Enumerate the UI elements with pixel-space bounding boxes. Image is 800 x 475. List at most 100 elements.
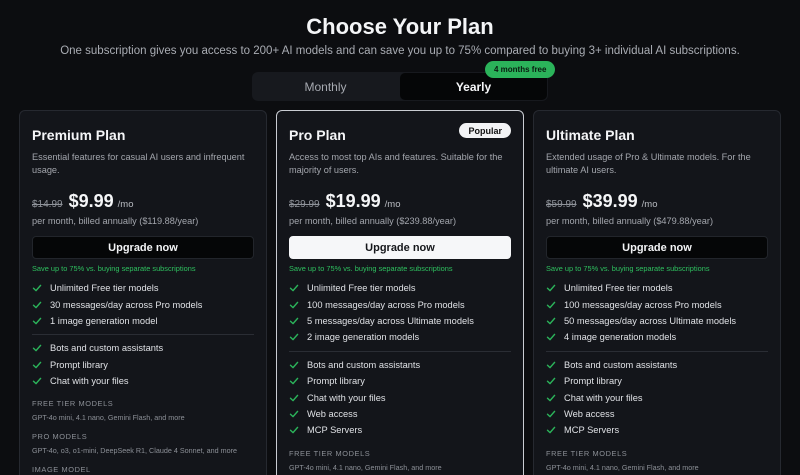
- current-price: $19.99: [325, 191, 381, 211]
- feature-item: Chat with your files: [289, 389, 511, 405]
- model-section-label: IMAGE MODEL: [32, 465, 91, 475]
- feature-label: 5 messages/day across Ultimate models: [307, 315, 474, 326]
- feature-item: 4 image generation models: [546, 329, 768, 345]
- feature-label: Bots and custom assistants: [50, 343, 164, 354]
- billing-note: per month, billed annually ($239.88/year…: [289, 216, 457, 226]
- old-price: $14.99: [32, 199, 63, 210]
- check-icon: [546, 334, 556, 341]
- feature-label: MCP Servers: [564, 425, 620, 436]
- page-subtitle: One subscription gives you access to 200…: [60, 45, 740, 57]
- current-price: $39.99: [582, 191, 638, 211]
- feature-label: 100 messages/day across Pro models: [307, 299, 465, 310]
- save-note: Save up to 75% vs. buying separate subsc…: [32, 264, 196, 273]
- model-section-models: GPT-4o mini, 4.1 nano, Gemini Flash, and…: [289, 462, 442, 472]
- check-icon: [546, 410, 556, 418]
- upgrade-button[interactable]: Upgrade now: [289, 236, 511, 259]
- feature-divider: [32, 334, 254, 336]
- feature-divider: [289, 350, 511, 352]
- toggle-monthly[interactable]: Monthly: [252, 72, 399, 101]
- billing-note: per month, billed annually ($119.88/year…: [32, 216, 199, 226]
- old-price: $29.99: [289, 199, 320, 210]
- check-icon: [289, 427, 299, 434]
- upgrade-button[interactable]: Upgrade now: [32, 236, 254, 259]
- feature-list: Unlimited Free tier models 30 messages/da…: [32, 280, 254, 329]
- model-section-label: FREE TIER MODELS: [32, 399, 114, 409]
- feature-divider: [546, 350, 768, 352]
- upgrade-button[interactable]: Upgrade now: [546, 236, 768, 259]
- old-price: $59.99: [546, 199, 577, 210]
- check-icon: [289, 361, 299, 369]
- feature-list: Unlimited Free tier models 100 messages/d…: [546, 280, 768, 346]
- feature-label: Unlimited Free tier models: [564, 283, 673, 294]
- plan-card-ultimate: Ultimate Plan Extended usage of Pro & Ul…: [533, 110, 781, 475]
- months-free-badge: 4 months free: [485, 61, 556, 78]
- feature-label: MCP Servers: [307, 425, 363, 436]
- feature-list-extra: Bots and custom assistants Prompt library…: [546, 357, 768, 439]
- feature-label: Prompt library: [564, 376, 622, 387]
- check-icon: [546, 427, 556, 434]
- check-icon: [546, 361, 556, 369]
- feature-label: Prompt library: [307, 376, 365, 387]
- feature-list: Unlimited Free tier models 100 messages/d…: [289, 280, 511, 346]
- feature-item: Prompt library: [32, 357, 254, 373]
- feature-item: 5 messages/day across Ultimate models: [289, 313, 511, 329]
- feature-item: 2 image generation models: [289, 329, 511, 345]
- model-sections: FREE TIER MODELS GPT-4o mini, 4.1 nano, G…: [289, 449, 511, 475]
- feature-item: Chat with your files: [546, 389, 768, 405]
- price-row: $14.99 $9.99 /mo: [32, 191, 254, 212]
- price-period: /mo: [641, 199, 658, 210]
- plan-name: Ultimate Plan: [546, 127, 635, 143]
- feature-item: Unlimited Free tier models: [32, 280, 254, 296]
- feature-item: Chat with your files: [32, 373, 254, 389]
- billing-note: per month, billed annually ($479.88/year…: [546, 216, 714, 226]
- plan-description: Access to most top AIs and features. Sui…: [289, 152, 503, 175]
- feature-label: Prompt library: [50, 359, 108, 370]
- plan-name: Premium Plan: [32, 127, 126, 143]
- model-section-models: GPT-4o, o3, o1-mini, DeepSeek R1, Claude…: [32, 446, 237, 456]
- feature-label: Web access: [307, 408, 358, 419]
- feature-label: 100 messages/day across Pro models: [564, 299, 722, 310]
- model-section-models: GPT-4o mini, 4.1 nano, Gemini Flash, and…: [32, 413, 185, 423]
- check-icon: [289, 394, 299, 401]
- feature-item: 100 messages/day across Pro models: [546, 296, 768, 312]
- page-title: Choose Your Plan: [306, 14, 494, 39]
- model-section-label: FREE TIER MODELS: [289, 448, 371, 458]
- feature-item: Prompt library: [546, 373, 768, 389]
- feature-item: MCP Servers: [546, 422, 768, 438]
- feature-label: 1 image generation model: [50, 315, 158, 326]
- feature-item: Bots and custom assistants: [546, 357, 768, 373]
- feature-item: Web access: [289, 406, 511, 422]
- check-icon: [32, 345, 42, 352]
- plan-description: Essential features for casual AI users a…: [32, 152, 245, 175]
- save-note: Save up to 75% vs. buying separate subsc…: [546, 264, 710, 273]
- check-icon: [289, 410, 299, 418]
- feature-item: MCP Servers: [289, 422, 511, 438]
- check-icon: [32, 361, 42, 369]
- feature-label: Web access: [564, 408, 615, 419]
- check-icon: [546, 394, 556, 401]
- model-section-label: FREE TIER MODELS: [546, 448, 628, 458]
- check-icon: [289, 301, 299, 308]
- model-section-label: PRO MODELS: [32, 432, 88, 442]
- feature-item: Unlimited Free tier models: [546, 280, 768, 296]
- feature-label: 50 messages/day across Ultimate models: [564, 315, 737, 326]
- feature-item: Web access: [546, 406, 768, 422]
- feature-label: 4 image generation models: [564, 332, 677, 343]
- feature-label: Bots and custom assistants: [564, 359, 678, 370]
- feature-item: Bots and custom assistants: [32, 340, 254, 356]
- save-note: Save up to 75% vs. buying separate subsc…: [289, 264, 453, 273]
- model-section-models: GPT-4o mini, 4.1 nano, Gemini Flash, and…: [546, 462, 699, 472]
- feature-item: 100 messages/day across Pro models: [289, 296, 511, 312]
- plan-card-pro: Pro Plan Popular Access to most top AIs …: [276, 110, 524, 475]
- popular-badge: Popular: [459, 123, 511, 138]
- feature-label: Chat with your files: [307, 392, 386, 403]
- plan-card-premium: Premium Plan Essential features for casu…: [19, 110, 267, 475]
- feature-list-extra: Bots and custom assistants Prompt library…: [289, 357, 511, 439]
- check-icon: [289, 377, 299, 385]
- price-row: $59.99 $39.99 /mo: [546, 191, 768, 212]
- feature-label: Chat with your files: [50, 376, 129, 387]
- check-icon: [289, 284, 299, 292]
- feature-label: 2 image generation models: [307, 332, 420, 343]
- check-icon: [32, 301, 42, 308]
- feature-list-extra: Bots and custom assistants Prompt library…: [32, 340, 254, 389]
